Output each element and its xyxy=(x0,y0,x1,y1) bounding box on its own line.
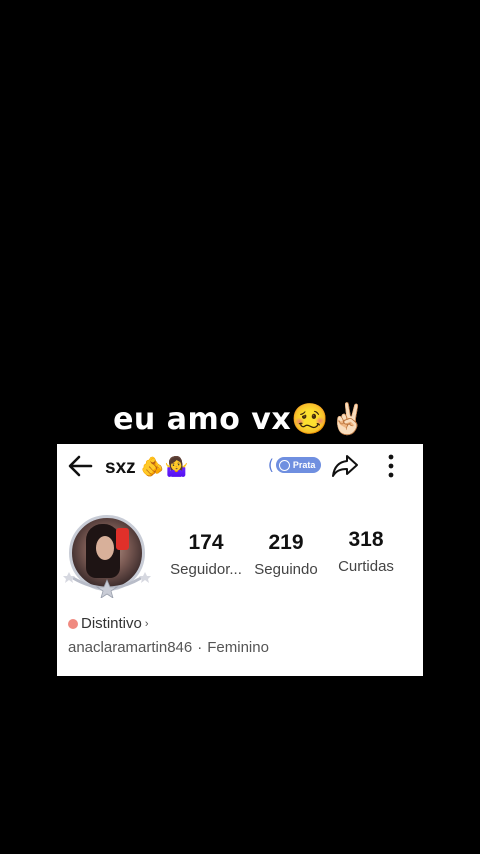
distintivo-dot-icon xyxy=(68,618,78,629)
profile-meta: anaclaramartin846 · Feminino xyxy=(68,639,269,656)
stat-following[interactable]: 219 Seguindo xyxy=(241,531,331,578)
user-handle: anaclaramartin846 xyxy=(68,639,193,656)
cutoff-text-fragment xyxy=(68,670,128,676)
level-badge[interactable]: Prata xyxy=(275,457,322,473)
followers-label: Seguidor... xyxy=(170,561,242,578)
following-label: Seguindo xyxy=(254,561,318,578)
stat-followers[interactable]: 174 Seguidor... xyxy=(161,531,251,578)
badge-paren: ( xyxy=(268,456,274,474)
level-badge-label: Prata xyxy=(292,460,316,470)
profile-topbar: sxz 🫵🤷‍♀️ ( Prata xyxy=(57,444,423,488)
badge-icon xyxy=(278,459,290,471)
frame-star-icon xyxy=(63,572,151,598)
profile-card: sxz 🫵🤷‍♀️ ( Prata xyxy=(57,444,423,676)
username: sxz 🫵🤷‍♀️ xyxy=(105,457,189,478)
share-icon[interactable] xyxy=(331,452,359,480)
stat-likes: 318 Curtidas xyxy=(321,528,411,575)
more-vertical-icon[interactable] xyxy=(381,452,401,480)
distintivo-link[interactable]: Distintivo › xyxy=(68,615,149,632)
back-arrow-icon[interactable] xyxy=(65,452,95,480)
chevron-right-icon: › xyxy=(144,617,149,630)
likes-label: Curtidas xyxy=(338,558,394,575)
video-caption: eu amo vx🥴✌🏻 xyxy=(113,402,367,437)
following-count: 219 xyxy=(268,531,304,554)
likes-count: 318 xyxy=(348,528,384,551)
user-gender: Feminino xyxy=(207,639,269,656)
level-badge-group[interactable]: ( Prata xyxy=(268,456,322,474)
meta-separator: · xyxy=(197,639,203,656)
distintivo-label: Distintivo xyxy=(81,615,142,632)
followers-count: 174 xyxy=(188,531,224,554)
avatar-frame[interactable] xyxy=(63,510,151,598)
